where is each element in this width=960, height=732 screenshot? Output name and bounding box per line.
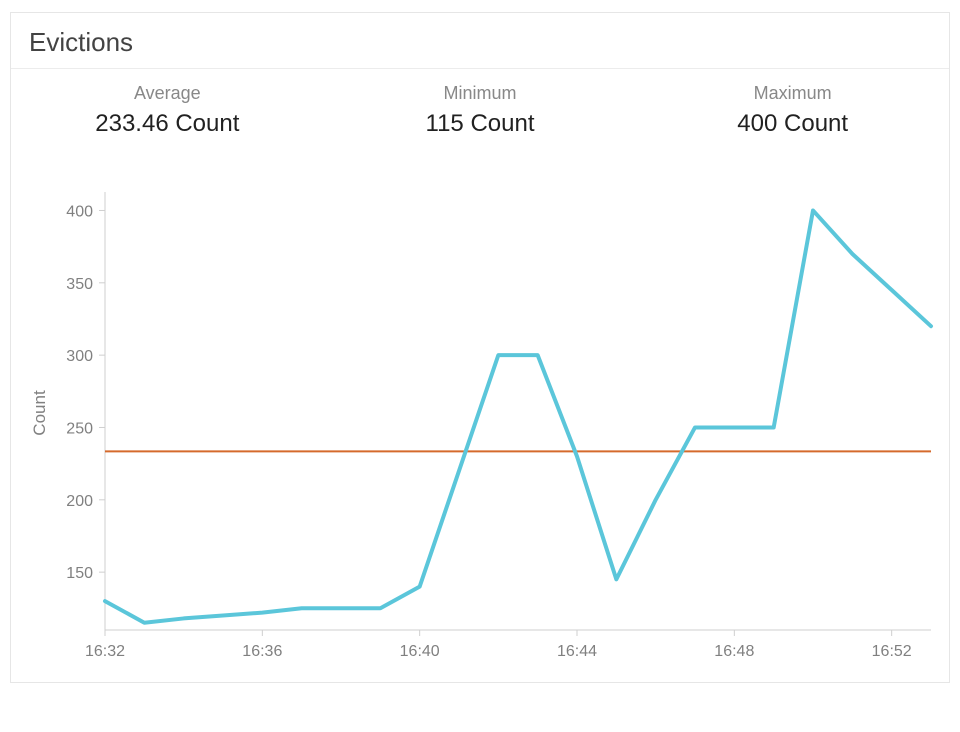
y-tick-label: 400 <box>66 203 93 220</box>
stat-minimum: Minimum 115 Count <box>324 83 637 138</box>
chart-area: 150 200 250 300 350 400 16:32 16:36 16:40 16:44 16… <box>11 156 949 682</box>
stat-average-value: 233.46 Count <box>11 110 324 138</box>
x-tick-label: 16:36 <box>242 643 282 660</box>
y-tick-label: 150 <box>66 565 93 582</box>
panel-title: Evictions <box>11 13 949 69</box>
stat-average-label: Average <box>11 83 324 104</box>
stat-minimum-label: Minimum <box>324 83 637 104</box>
y-tick-label: 250 <box>66 420 93 437</box>
y-axis-label: Count <box>30 390 49 436</box>
series-line <box>105 210 931 622</box>
stat-maximum-label: Maximum <box>636 83 949 104</box>
summary-stats: Average 233.46 Count Minimum 115 Count M… <box>11 69 949 156</box>
stat-minimum-value: 115 Count <box>324 110 637 138</box>
y-tick-label: 300 <box>66 348 93 365</box>
x-tick-label: 16:44 <box>557 643 597 660</box>
stat-maximum: Maximum 400 Count <box>636 83 949 138</box>
x-tick-label: 16:52 <box>872 643 912 660</box>
x-tick-label: 16:40 <box>400 643 440 660</box>
y-tick-label: 350 <box>66 276 93 293</box>
metric-panel: Evictions Average 233.46 Count Minimum 1… <box>10 12 950 683</box>
x-tick-label: 16:32 <box>85 643 125 660</box>
stat-maximum-value: 400 Count <box>636 110 949 138</box>
x-tick-label: 16:48 <box>714 643 754 660</box>
y-tick-label: 200 <box>66 493 93 510</box>
line-chart: 150 200 250 300 350 400 16:32 16:36 16:40 16:44 16… <box>15 166 945 676</box>
stat-average: Average 233.46 Count <box>11 83 324 138</box>
